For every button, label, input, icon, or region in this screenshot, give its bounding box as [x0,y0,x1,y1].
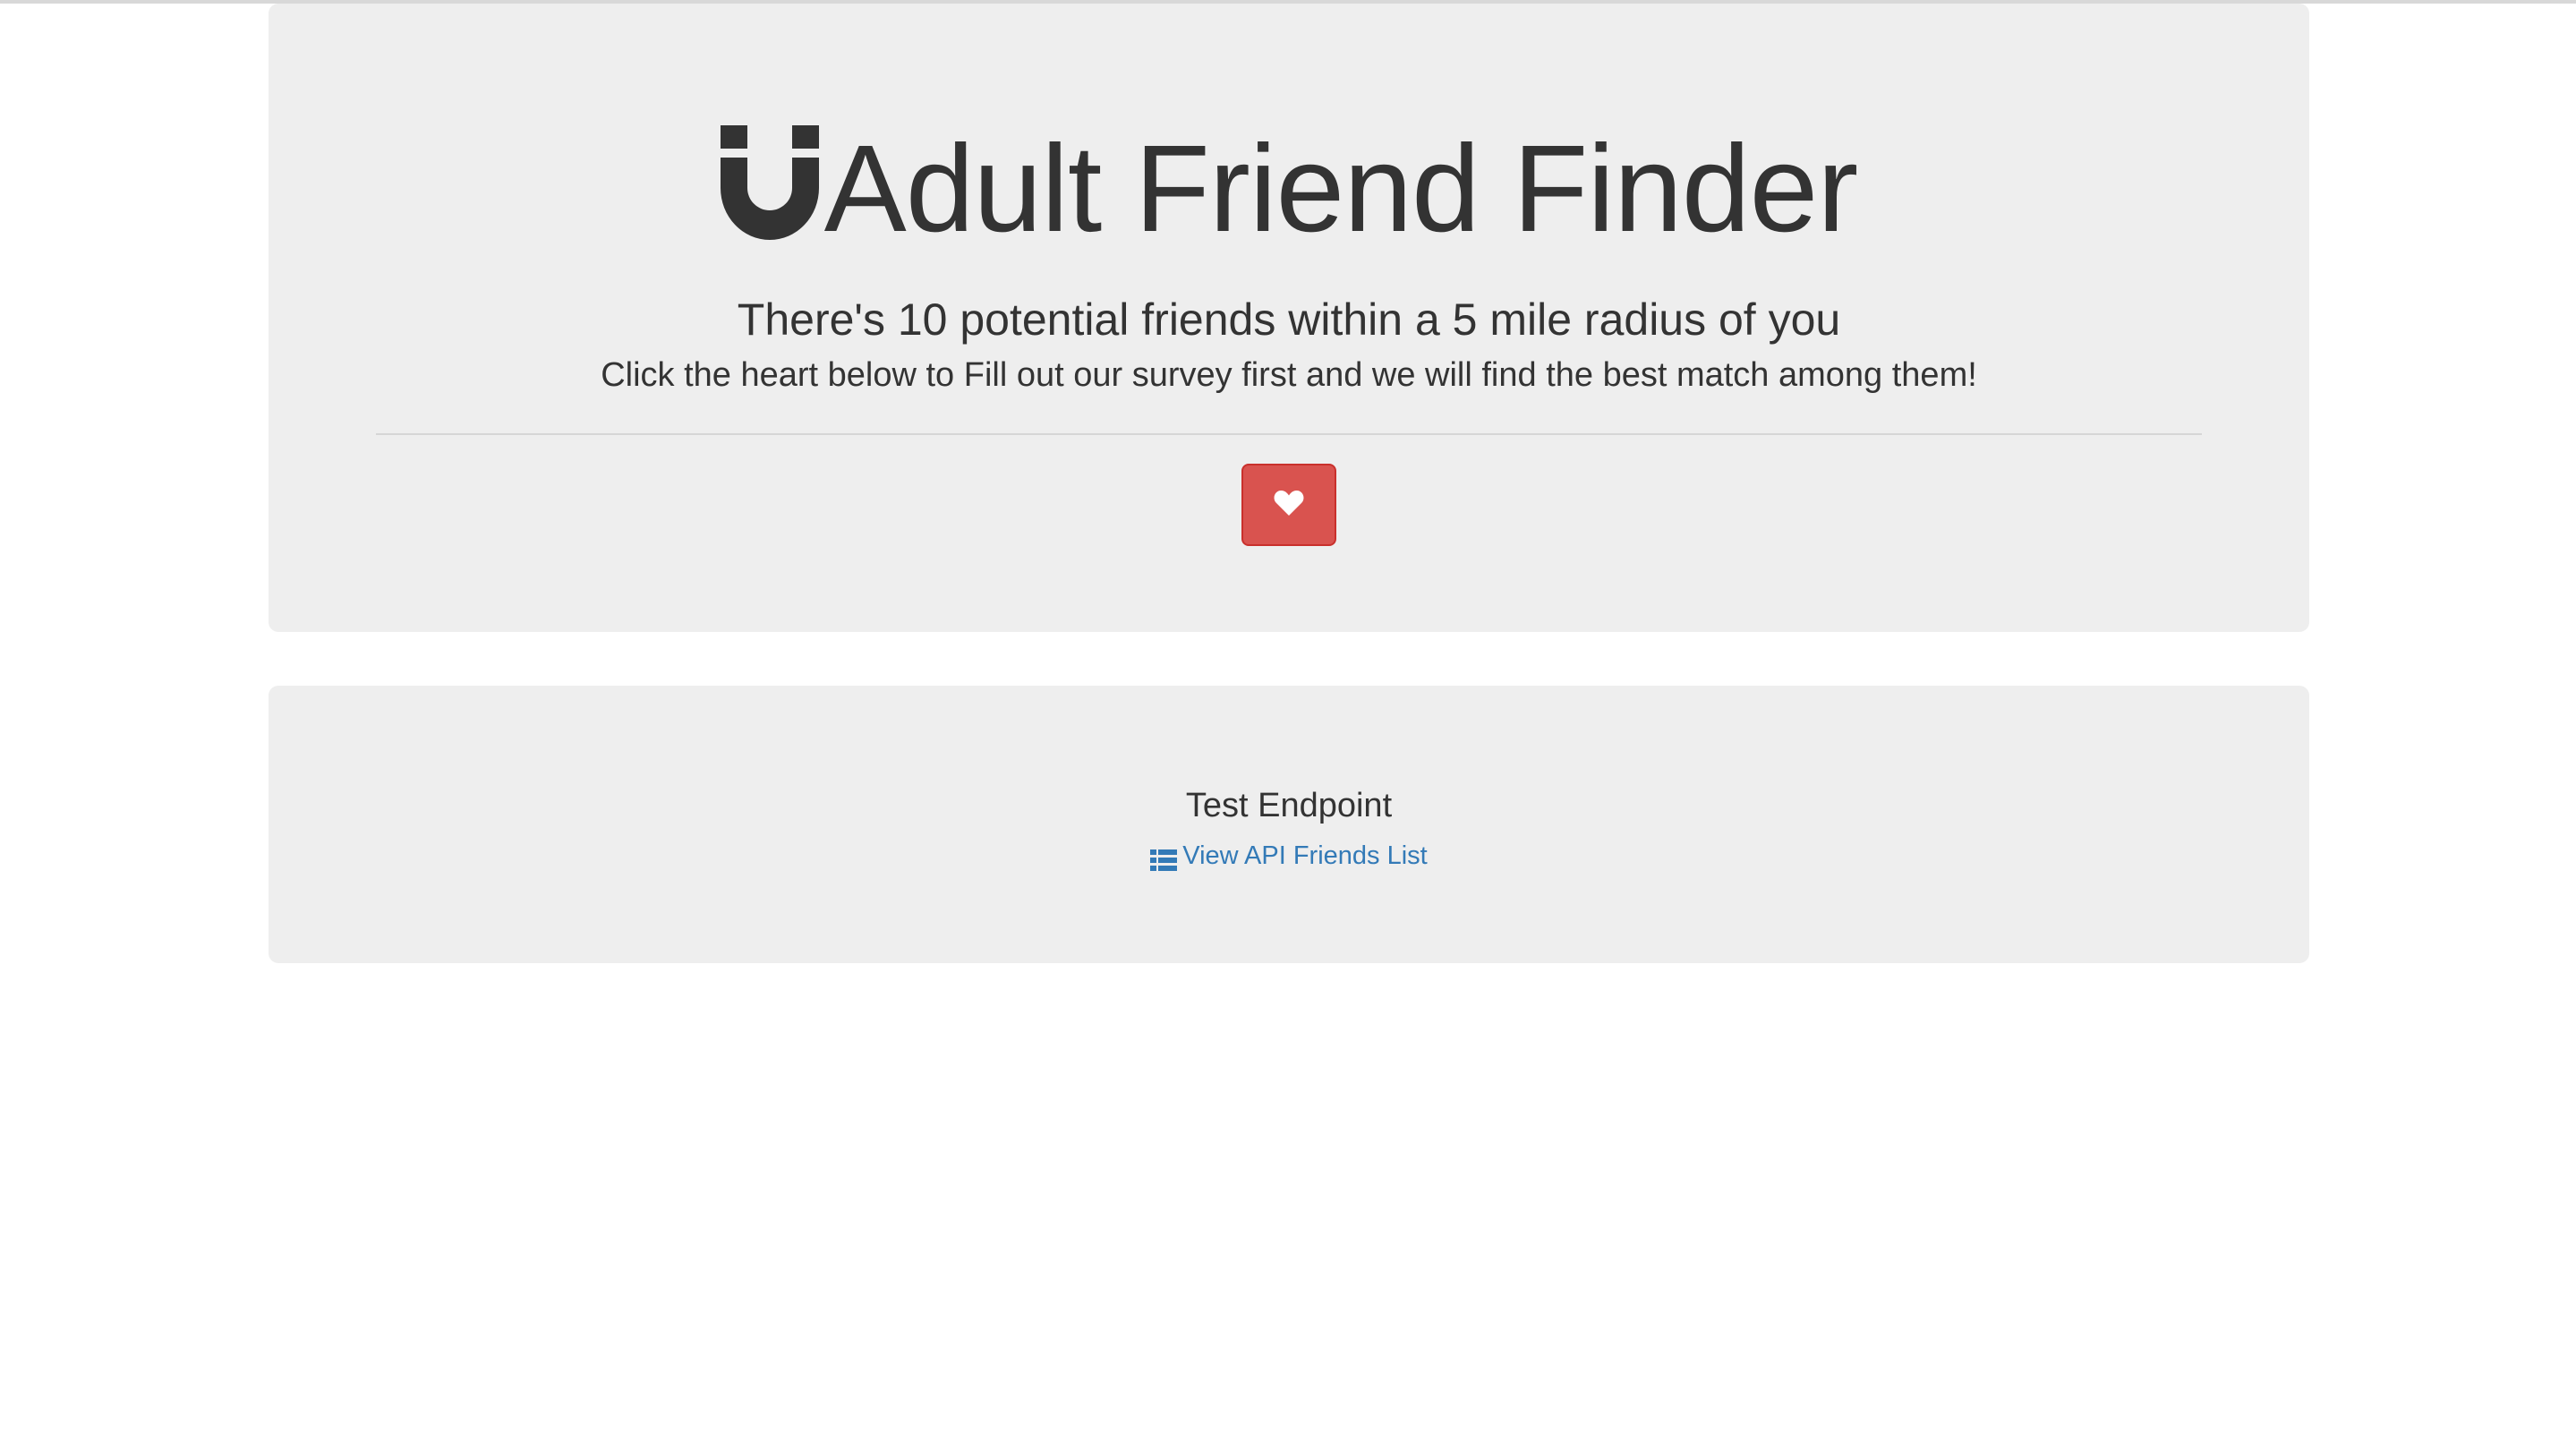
page-title: Adult Friend Finder [823,120,1859,258]
api-friends-list-link[interactable]: View API Friends List [269,838,2309,874]
list-icon [1150,845,1178,871]
hero-jumbotron: Adult Friend Finder There's 10 potential… [269,4,2309,632]
magnet-icon [720,125,819,240]
test-endpoint-title: Test Endpoint [1185,787,1393,824]
survey-heart-button[interactable] [1241,464,1336,546]
title-row: Adult Friend Finder [269,122,2309,256]
lead-text: Click the heart below to Fill out our su… [601,356,1977,394]
heart-icon [1274,491,1304,516]
divider [376,433,2202,435]
subtitle: There's 10 potential friends within a 5 … [737,294,1841,345]
test-endpoint-panel: Test Endpoint View API Friends List [269,686,2309,963]
api-link-label: View API Friends List [1182,841,1428,870]
